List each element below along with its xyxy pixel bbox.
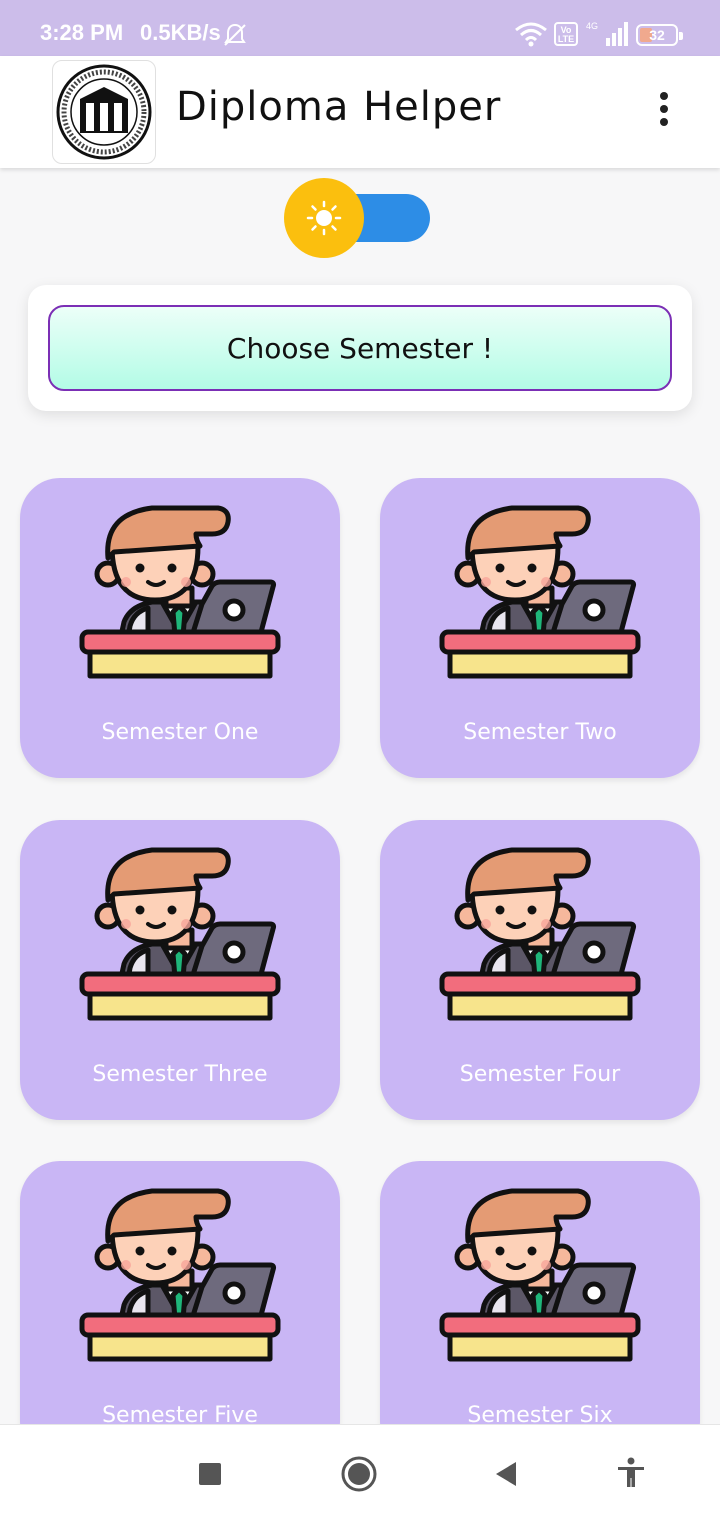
recents-square-icon[interactable]: [198, 1462, 222, 1490]
student-laptop-illustration: [78, 842, 282, 1022]
msbte-logo-icon: [52, 60, 156, 164]
student-laptop-illustration: [78, 500, 282, 680]
system-nav-bar: [0, 1424, 720, 1520]
back-triangle-icon[interactable]: [494, 1460, 518, 1492]
sun-icon: [306, 200, 342, 240]
semester-card-five[interactable]: Semester Five: [20, 1161, 340, 1424]
status-bar: 3:28 PM 0.5KB/s Vo LTE 4G 32: [0, 0, 720, 56]
volte-icon: Vo LTE: [554, 22, 578, 46]
moon-icon: [380, 200, 412, 240]
choose-semester-button[interactable]: Choose Semester !: [48, 305, 672, 391]
semester-card-one[interactable]: Semester One: [20, 478, 340, 778]
semester-label: Semester Two: [463, 720, 617, 745]
student-laptop-illustration: [78, 1183, 282, 1363]
student-laptop-illustration: [438, 842, 642, 1022]
choose-semester-card: Choose Semester !: [28, 285, 692, 411]
home-circle-icon[interactable]: [340, 1455, 378, 1497]
signal-icon: 4G: [586, 20, 630, 52]
student-laptop-illustration: [438, 500, 642, 680]
semester-card-three[interactable]: Semester Three: [20, 820, 340, 1120]
network-type-label: 4G: [586, 21, 598, 31]
battery-level: 32: [649, 27, 665, 43]
app-bar: Diploma Helper: [0, 56, 720, 168]
more-vert-icon[interactable]: [648, 92, 680, 132]
semester-card-six[interactable]: Semester Six: [380, 1161, 700, 1424]
bell-muted-icon: [222, 22, 248, 52]
semester-label: Semester Six: [467, 1403, 613, 1424]
battery-icon: 32: [636, 24, 683, 46]
semester-label: Semester Five: [102, 1403, 258, 1424]
status-network-speed: 0.5KB/s: [140, 20, 221, 45]
semester-label: Semester One: [101, 720, 259, 745]
semester-label: Semester Three: [92, 1062, 268, 1087]
semester-label: Semester Four: [459, 1062, 621, 1087]
toggle-knob[interactable]: [284, 178, 364, 258]
theme-toggle[interactable]: [284, 178, 432, 258]
wifi-icon: [514, 20, 548, 52]
semester-card-four[interactable]: Semester Four: [380, 820, 700, 1120]
status-time: 3:28 PM: [40, 20, 124, 45]
semester-card-two[interactable]: Semester Two: [380, 478, 700, 778]
accessibility-icon[interactable]: [616, 1457, 646, 1493]
app-title: Diploma Helper: [176, 84, 502, 130]
semester-grid: Semester One Semester Two Semester Three…: [0, 478, 720, 1424]
student-laptop-illustration: [438, 1183, 642, 1363]
